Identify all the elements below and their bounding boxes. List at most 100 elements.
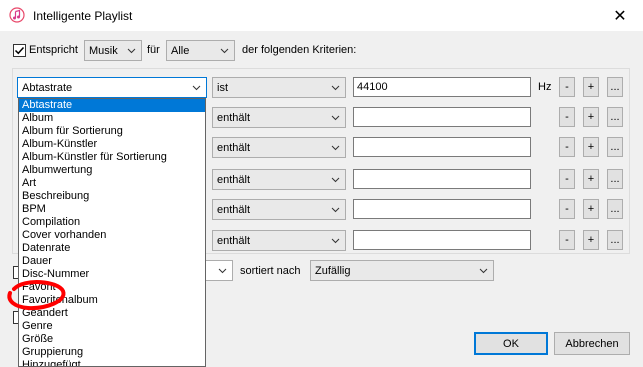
- nested-rule-button[interactable]: ...: [607, 107, 623, 127]
- nested-rule-button[interactable]: ...: [607, 230, 623, 250]
- dialog-body: Entspricht Musik für Alle der folgenden …: [0, 31, 643, 367]
- remove-rule-button[interactable]: -: [559, 107, 575, 127]
- chevron-down-icon: [220, 48, 229, 54]
- dropdown-option[interactable]: Abtastrate: [19, 99, 205, 112]
- rule-field-value: Abtastrate: [22, 81, 73, 94]
- dropdown-option[interactable]: Datenrate: [19, 242, 205, 255]
- minus-icon: -: [565, 81, 569, 93]
- minus-icon: -: [565, 234, 569, 246]
- checkmark-icon: [14, 46, 25, 55]
- rule-operator-value: enthält: [217, 203, 251, 216]
- chevron-down-icon: [331, 207, 340, 213]
- dropdown-option[interactable]: Compilation: [19, 216, 205, 229]
- ok-button-label: OK: [503, 337, 519, 350]
- ok-button[interactable]: OK: [474, 332, 548, 355]
- rule-operator-select[interactable]: enthält: [212, 169, 346, 190]
- rule-operator-value: ist: [217, 81, 228, 94]
- scope-select[interactable]: Alle: [166, 40, 235, 61]
- add-rule-button[interactable]: +: [583, 137, 599, 157]
- itunes-icon: [9, 7, 25, 23]
- chevron-down-icon: [218, 268, 227, 274]
- rule-operator-value: enthält: [217, 234, 251, 247]
- add-rule-button[interactable]: +: [583, 199, 599, 219]
- rule-operator-value: enthält: [217, 173, 251, 186]
- add-rule-button[interactable]: +: [583, 230, 599, 250]
- chevron-down-icon: [127, 48, 136, 54]
- remove-rule-button[interactable]: -: [559, 169, 575, 189]
- rule-value-input[interactable]: [353, 107, 531, 127]
- plus-icon: +: [587, 234, 595, 246]
- dropdown-option[interactable]: Geändert: [19, 307, 205, 320]
- dropdown-option[interactable]: Cover vorhanden: [19, 229, 205, 242]
- match-checkbox[interactable]: [13, 44, 26, 57]
- cancel-button[interactable]: Abbrechen: [554, 332, 630, 355]
- media-select[interactable]: Musik: [84, 40, 142, 61]
- sort-label: sortiert nach: [240, 265, 301, 277]
- nested-rule-button[interactable]: ...: [607, 77, 623, 97]
- remove-rule-button[interactable]: -: [559, 199, 575, 219]
- remove-rule-button[interactable]: -: [559, 77, 575, 97]
- for-label: für: [147, 44, 160, 56]
- ellipsis-icon: ...: [610, 111, 620, 123]
- chevron-down-icon: [192, 85, 201, 91]
- add-rule-button[interactable]: +: [583, 169, 599, 189]
- rule-operator-value: enthält: [217, 111, 251, 124]
- dropdown-option[interactable]: Größe: [19, 333, 205, 346]
- dropdown-option[interactable]: Albumwertung: [19, 164, 205, 177]
- dropdown-option[interactable]: Gruppierung: [19, 346, 205, 359]
- plus-icon: +: [587, 81, 595, 93]
- cancel-button-label: Abbrechen: [565, 337, 619, 350]
- rule-value-input[interactable]: [353, 230, 531, 250]
- rule-field-select[interactable]: Abtastrate: [17, 77, 207, 98]
- dropdown-option[interactable]: Dauer: [19, 255, 205, 268]
- sort-select-value: Zufällig: [315, 264, 351, 277]
- sort-select[interactable]: Zufällig: [310, 260, 494, 281]
- dropdown-option[interactable]: Art: [19, 177, 205, 190]
- plus-icon: +: [587, 173, 595, 185]
- title-bar: Intelligente Playlist ✕: [0, 0, 643, 31]
- dropdown-option[interactable]: Hinzugefügt: [19, 359, 205, 366]
- dropdown-option[interactable]: Favoritenalbum: [19, 294, 205, 307]
- dropdown-option[interactable]: Album für Sortierung: [19, 125, 205, 138]
- rule-value-input[interactable]: [353, 137, 531, 157]
- dropdown-option[interactable]: Genre: [19, 320, 205, 333]
- plus-icon: +: [587, 111, 595, 123]
- field-dropdown-list[interactable]: Abtastrate Album Album für Sortierung Album…: [18, 98, 206, 367]
- rule-operator-select[interactable]: ist: [212, 77, 346, 98]
- remove-rule-button[interactable]: -: [559, 230, 575, 250]
- add-rule-button[interactable]: +: [583, 77, 599, 97]
- nested-rule-button[interactable]: ...: [607, 169, 623, 189]
- ellipsis-icon: ...: [610, 81, 620, 93]
- rule-operator-select[interactable]: enthält: [212, 230, 346, 251]
- dropdown-option[interactable]: Album-Künstler: [19, 138, 205, 151]
- ellipsis-icon: ...: [610, 203, 620, 215]
- minus-icon: -: [565, 203, 569, 215]
- add-rule-button[interactable]: +: [583, 107, 599, 127]
- rule-value-input[interactable]: [353, 199, 531, 219]
- rule-operator-select[interactable]: enthält: [212, 107, 346, 128]
- rule-value-input[interactable]: 44100: [353, 77, 531, 97]
- dropdown-option[interactable]: Beschreibung: [19, 190, 205, 203]
- remove-rule-button[interactable]: -: [559, 137, 575, 157]
- rule-operator-value: enthält: [217, 141, 251, 154]
- nested-rule-button[interactable]: ...: [607, 199, 623, 219]
- match-label[interactable]: Entspricht: [29, 44, 78, 56]
- chevron-down-icon: [331, 238, 340, 244]
- close-button[interactable]: ✕: [597, 0, 643, 31]
- dropdown-option[interactable]: Album: [19, 112, 205, 125]
- dropdown-option[interactable]: Favorit: [19, 281, 205, 294]
- minus-icon: -: [565, 173, 569, 185]
- rule-operator-select[interactable]: enthält: [212, 137, 346, 158]
- dropdown-option[interactable]: Album-Künstler für Sortierung: [19, 151, 205, 164]
- ellipsis-icon: ...: [610, 234, 620, 246]
- chevron-down-icon: [331, 115, 340, 121]
- minus-icon: -: [565, 111, 569, 123]
- rule-operator-select[interactable]: enthält: [212, 199, 346, 220]
- dropdown-option[interactable]: BPM: [19, 203, 205, 216]
- chevron-down-icon: [331, 85, 340, 91]
- nested-rule-button[interactable]: ...: [607, 137, 623, 157]
- dropdown-option[interactable]: Disc-Nummer: [19, 268, 205, 281]
- chevron-down-icon: [479, 268, 488, 274]
- media-select-value: Musik: [89, 44, 118, 57]
- rule-value-input[interactable]: [353, 169, 531, 189]
